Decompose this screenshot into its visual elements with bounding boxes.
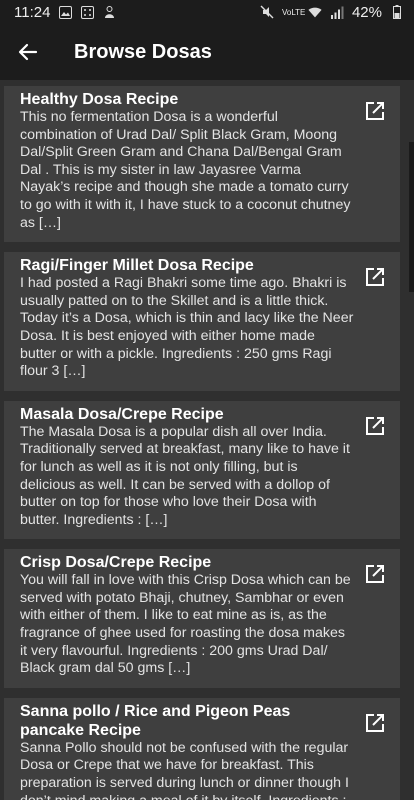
recipe-card[interactable]: Sanna pollo / Rice and Pigeon Peas panca… — [4, 697, 400, 800]
recipe-title: Ragi/Finger Millet Dosa Recipe — [20, 257, 254, 275]
recipe-description: I had posted a Ragi Bhakri some time ago… — [20, 275, 354, 380]
recipe-card[interactable]: Masala Dosa/Crepe Recipe The Masala Dosa… — [4, 400, 400, 540]
open-link-button[interactable] — [364, 100, 386, 122]
mute-icon — [260, 5, 274, 19]
arrow-back-icon — [18, 43, 38, 61]
status-right: VoLTE 42% — [260, 4, 404, 21]
open-link-button[interactable] — [364, 563, 386, 585]
scrollbar-thumb[interactable] — [409, 142, 414, 292]
recipe-card[interactable]: Crisp Dosa/Crepe Recipe You will fall in… — [4, 549, 400, 688]
recipe-list[interactable]: Healthy Dosa Recipe This no fermentation… — [0, 80, 414, 800]
back-button[interactable] — [0, 24, 56, 80]
page-title: Browse Dosas — [74, 40, 212, 63]
recipe-description: This no fermentation Dosa is a wonderful… — [20, 109, 351, 231]
battery-percent: 42% — [351, 3, 382, 21]
open-link-button[interactable] — [364, 712, 386, 734]
open-link-button[interactable] — [364, 415, 386, 437]
image-notification-icon — [58, 5, 72, 19]
recipe-title: Crisp Dosa/Crepe Recipe — [20, 554, 212, 572]
app-notification-icon — [102, 5, 116, 19]
status-left: 11:24 — [14, 4, 116, 21]
open-in-new-icon — [366, 565, 384, 584]
recipe-title: Healthy Dosa Recipe — [20, 91, 179, 108]
battery-icon — [390, 5, 404, 19]
app-bar: Browse Dosas — [0, 24, 414, 80]
wifi-icon — [308, 5, 322, 19]
recipe-description: Sanna Pollo should not be confused with … — [20, 739, 349, 800]
open-link-button[interactable] — [364, 266, 386, 288]
recipe-title: Masala Dosa/Crepe Recipe — [20, 405, 224, 423]
signal-icon — [330, 5, 344, 19]
recipe-card[interactable]: Healthy Dosa Recipe This no fermentation… — [4, 86, 400, 243]
recipe-card[interactable]: Ragi/Finger Millet Dosa Recipe I had pos… — [4, 252, 400, 391]
recipe-description: The Masala Dosa is a popular dish all ov… — [20, 423, 350, 528]
recipe-description: You will fall in love with this Crisp Do… — [20, 572, 351, 677]
status-time: 11:24 — [14, 3, 51, 21]
recipe-title: Sanna pollo / Rice and Pigeon Peas panca… — [20, 702, 291, 739]
calculator-notification-icon — [80, 5, 94, 19]
open-in-new-icon — [366, 416, 384, 435]
open-in-new-icon — [366, 268, 384, 287]
volte-label: VoLTE — [281, 7, 306, 17]
status-bar: 11:24 VoLTE 42% — [0, 0, 414, 24]
open-in-new-icon — [366, 102, 384, 120]
open-in-new-icon — [366, 713, 384, 732]
